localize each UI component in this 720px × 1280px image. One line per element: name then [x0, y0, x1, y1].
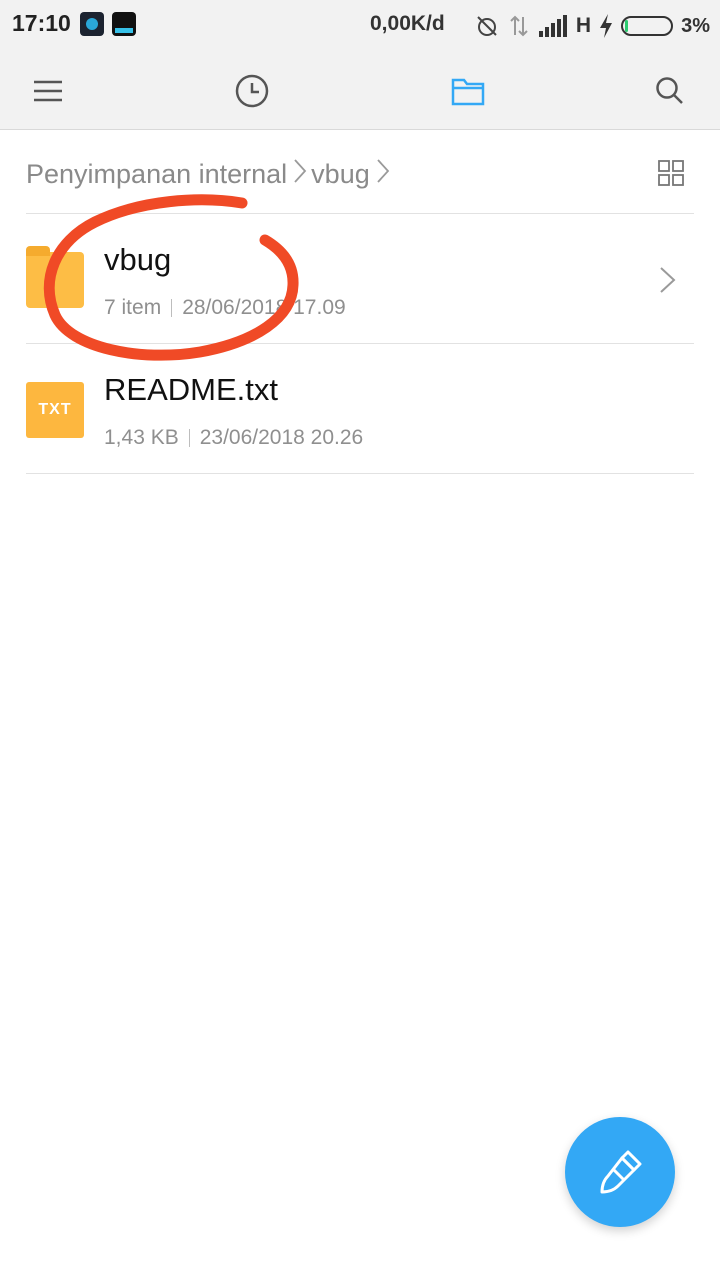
file-name: vbug	[104, 242, 172, 277]
breadcrumb-item-root[interactable]: Penyimpanan internal	[26, 159, 287, 190]
file-manager-screen: 17:10 0,00K/d H 3% Penyimpanan internal …	[0, 0, 720, 1280]
list-item-file[interactable]: TXT README.txt 1,43 KB 23/06/2018 20.26	[26, 343, 694, 474]
data-transfer-icon	[508, 13, 530, 39]
alarm-off-icon	[474, 13, 500, 39]
battery-fill	[625, 20, 629, 32]
status-bar: 17:10 0,00K/d H 3%	[0, 0, 720, 52]
chevron-right-icon	[293, 158, 307, 191]
file-size: 1,43 KB	[104, 426, 179, 449]
network-speed: 0,00K/d	[370, 12, 445, 35]
status-time: 17:10	[12, 10, 71, 36]
chevron-right-icon	[376, 158, 390, 191]
folder-icon	[26, 246, 84, 308]
clock-icon	[235, 74, 269, 108]
search-button[interactable]	[648, 69, 692, 113]
file-list: vbug 7 item 28/06/2018 17.09 TXT README.…	[26, 213, 694, 474]
search-icon	[656, 77, 683, 104]
menu-button[interactable]	[26, 69, 70, 113]
item-count: 7 item	[104, 296, 162, 319]
file-meta: 1,43 KB 23/06/2018 20.26	[104, 426, 363, 450]
list-item-folder[interactable]: vbug 7 item 28/06/2018 17.09	[26, 213, 694, 343]
brush-icon	[600, 1150, 642, 1194]
charging-icon	[599, 14, 613, 38]
top-toolbar	[0, 52, 720, 130]
breadcrumb-item-current[interactable]: vbug	[311, 159, 370, 190]
clean-fab-button[interactable]	[565, 1117, 675, 1227]
meta-divider	[171, 299, 173, 317]
battery-icon	[621, 16, 674, 36]
grid-icon	[658, 160, 684, 186]
menu-icon	[34, 80, 62, 102]
network-type: H	[575, 14, 592, 37]
txt-file-icon: TXT	[26, 382, 84, 438]
signal-icon	[538, 15, 568, 37]
recent-tab[interactable]	[230, 69, 274, 113]
folder-icon	[451, 78, 485, 106]
meta-divider	[188, 429, 190, 447]
file-meta: 7 item 28/06/2018 17.09	[104, 296, 346, 320]
files-tab[interactable]	[446, 69, 490, 113]
status-right-group: H 3%	[474, 0, 710, 52]
battery-percent: 3%	[681, 14, 710, 37]
app-notification-icon	[80, 12, 104, 36]
modified-date: 28/06/2018 17.09	[182, 296, 346, 319]
app-notification-icon	[112, 12, 136, 36]
modified-date: 23/06/2018 20.26	[199, 426, 364, 449]
grid-view-button[interactable]	[654, 156, 688, 190]
file-name: README.txt	[104, 372, 278, 407]
chevron-right-icon	[660, 267, 676, 293]
breadcrumb: Penyimpanan internal vbug	[26, 154, 394, 194]
